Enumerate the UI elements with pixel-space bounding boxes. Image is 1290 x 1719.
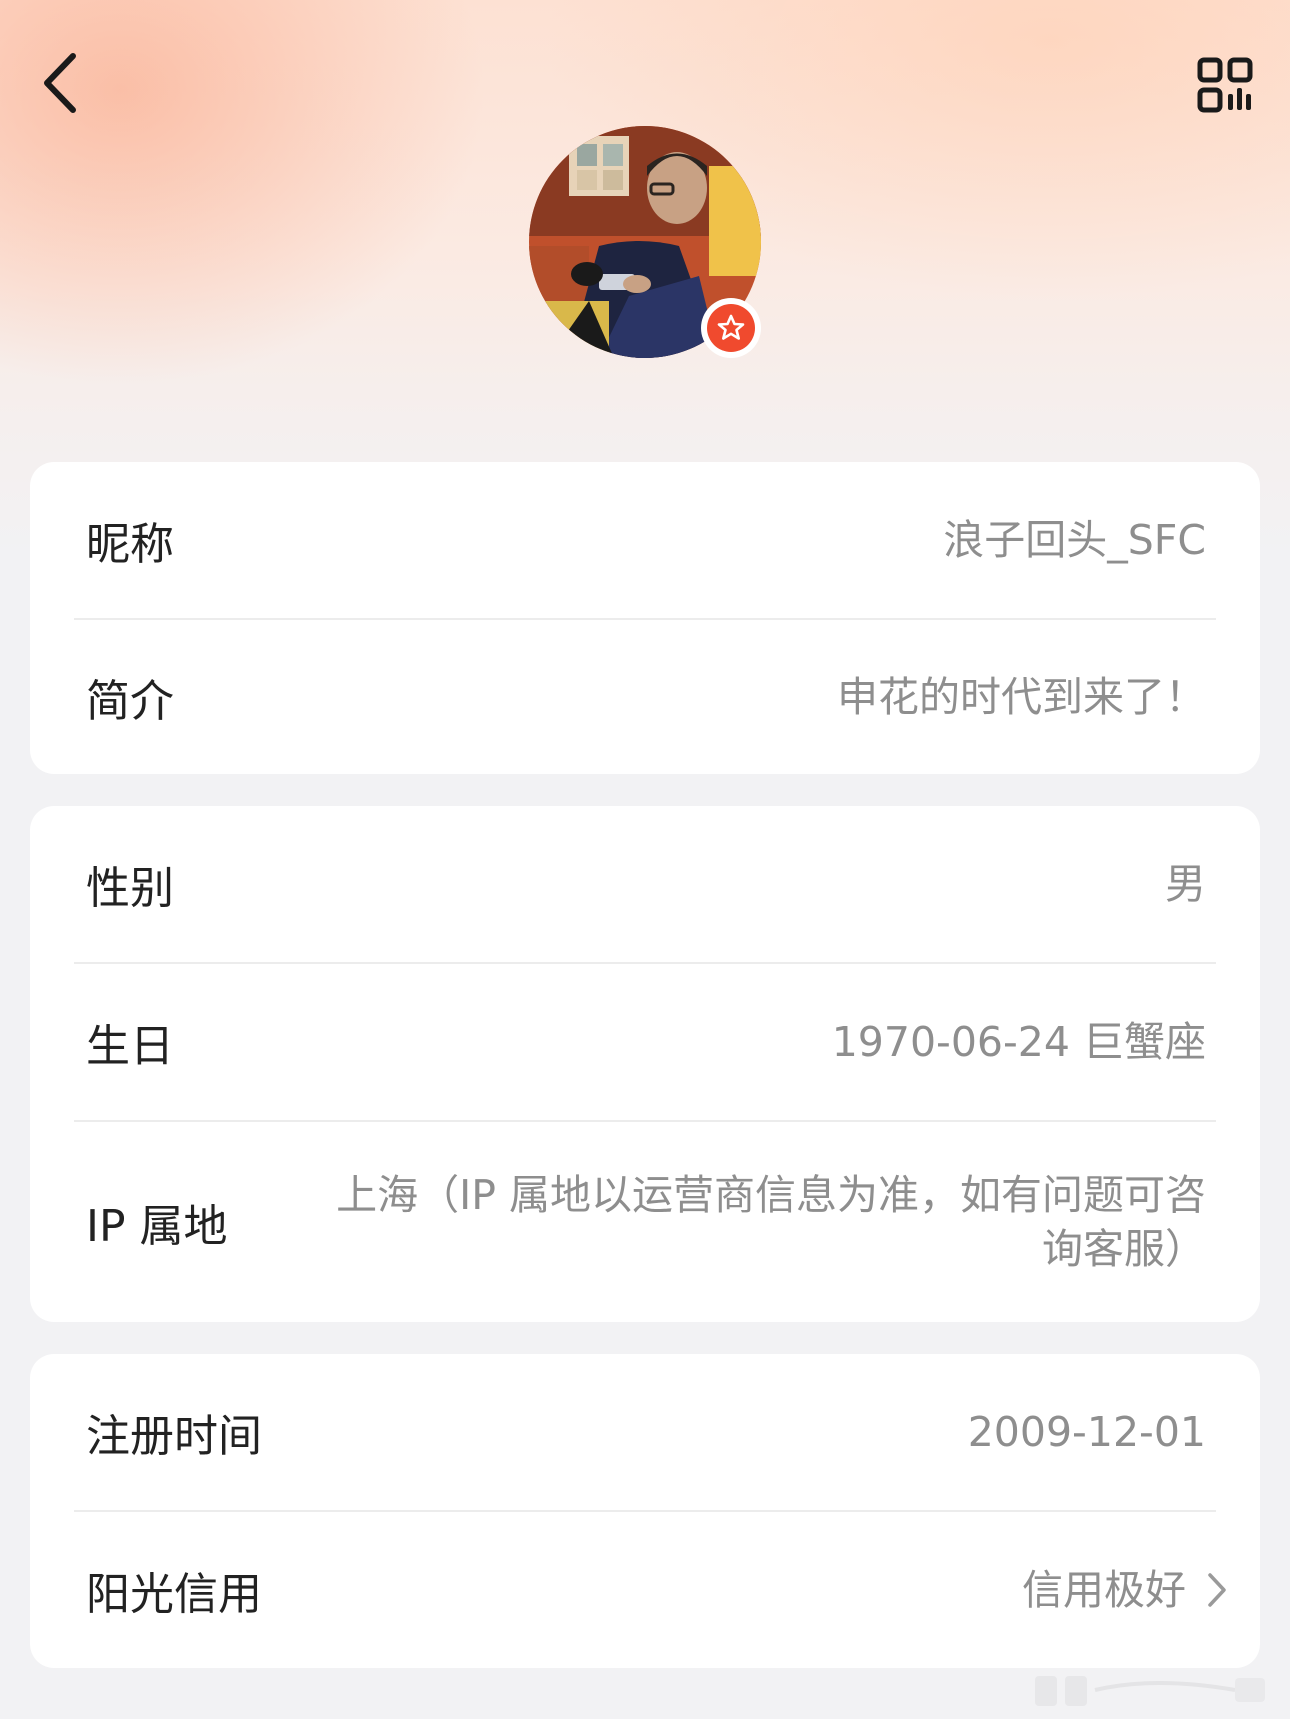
nickname-label: 昵称 [86,519,174,570]
birthday-label: 生日 [86,1021,174,1072]
sunshine-credit-value: 信用极好 [1022,1566,1186,1614]
chevron-right-icon [1206,1571,1228,1609]
avatar-container[interactable] [529,126,761,358]
bio-row[interactable]: 简介 申花的时代到来了！ [30,620,1260,774]
register-time-label: 注册时间 [86,1411,262,1462]
ip-location-value: 上海（IP 属地以运营商信息为准，如有问题可咨询客服） [336,1171,1206,1273]
register-time-value: 2009-12-01 [967,1408,1206,1456]
ip-location-row[interactable]: IP 属地 上海（IP 属地以运营商信息为准，如有问题可咨询客服） [30,1122,1260,1322]
birthday-value: 1970-06-24 巨蟹座 [831,1018,1206,1066]
sunshine-credit-row[interactable]: 阳光信用 信用极好 [30,1512,1260,1668]
basic-info-card: 昵称 浪子回头_SFC 简介 申花的时代到来了！ [30,462,1260,774]
register-time-row: 注册时间 2009-12-01 [30,1354,1260,1510]
gender-label: 性别 [86,863,174,914]
gender-row[interactable]: 性别 男 [30,806,1260,962]
bio-value: 申花的时代到来了！ [837,673,1206,721]
back-button[interactable] [30,48,90,118]
qr-code-icon [1197,57,1253,113]
star-badge-icon [707,304,755,352]
nickname-value: 浪子回头_SFC [943,516,1206,564]
nickname-row[interactable]: 昵称 浪子回头_SFC [30,462,1260,618]
gender-value: 男 [1165,860,1206,908]
ip-location-label: IP 属地 [86,1201,228,1252]
bio-label: 简介 [86,676,174,727]
verified-badge [701,298,761,358]
watermark-logo [1035,1670,1275,1710]
account-info-card: 注册时间 2009-12-01 阳光信用 信用极好 [30,1354,1260,1668]
chevron-left-icon [44,53,76,113]
birthday-row[interactable]: 生日 1970-06-24 巨蟹座 [30,964,1260,1120]
personal-info-card: 性别 男 生日 1970-06-24 巨蟹座 IP 属地 上海（IP 属地以运营… [30,806,1260,1322]
qr-code-button[interactable] [1190,50,1260,120]
sunshine-credit-label: 阳光信用 [86,1569,262,1620]
